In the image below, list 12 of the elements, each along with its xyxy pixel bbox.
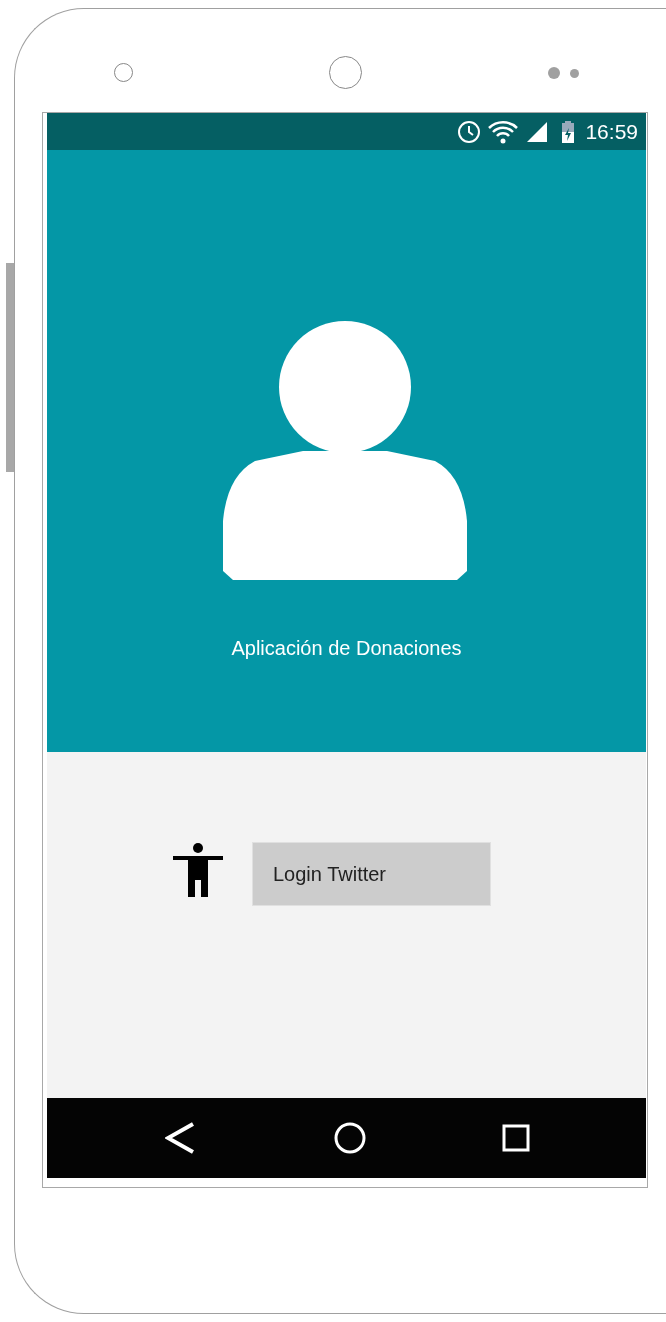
wifi-icon — [487, 119, 520, 144]
recent-apps-icon[interactable] — [502, 1124, 530, 1152]
login-button[interactable]: Login Twitter — [252, 842, 491, 906]
battery-icon — [561, 119, 576, 144]
home-icon[interactable] — [334, 1122, 366, 1154]
speaker-icon — [548, 67, 581, 79]
clock-icon — [457, 119, 482, 144]
avatar-icon — [222, 321, 467, 581]
accessibility-icon — [173, 843, 223, 897]
clock-time: 16:59 — [585, 118, 638, 145]
back-icon[interactable] — [165, 1122, 195, 1154]
app-title: Aplicación de Donaciones — [231, 636, 462, 661]
